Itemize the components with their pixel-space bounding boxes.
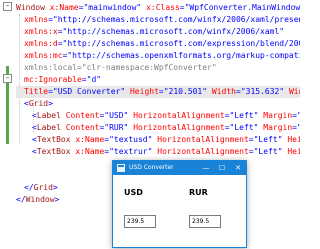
code-token: > — [48, 99, 53, 108]
code-line[interactable]: Title="USD Converter" Height="210.501" W… — [16, 86, 300, 98]
code-token: Label — [36, 111, 61, 120]
minimize-button[interactable]: — — [198, 161, 214, 175]
code-token: "Left" — [253, 135, 283, 144]
code-token: HorizontalAlignment — [152, 147, 249, 156]
code-token: Label — [36, 123, 61, 132]
code-token: "mainwindow" — [83, 3, 142, 12]
code-token: "210.501" — [163, 87, 208, 96]
code-token: xmlns:x — [24, 27, 58, 36]
rur-label: RUR — [189, 188, 208, 197]
code-token: Grid — [33, 183, 53, 192]
fold-toggle-window[interactable]: − — [3, 2, 12, 11]
code-token: x:Name — [70, 135, 105, 144]
window-titlebar[interactable]: USD Converter — ☐ ✕ — [113, 161, 246, 175]
code-token: WindowStartupL — [288, 87, 300, 96]
usd-textbox[interactable]: 239.5 — [124, 215, 156, 228]
code-token: > — [54, 195, 60, 204]
code-line[interactable]: <Label Content="RUR" HorizontalAlignment… — [16, 122, 300, 134]
code-token: Width — [207, 87, 236, 96]
code-token: Height — [287, 135, 300, 144]
code-token: x:Name — [44, 3, 79, 12]
code-token: "http://schemas.microsoft.com/winfx/2006… — [62, 27, 285, 36]
code-token: x:Class — [141, 3, 180, 12]
code-token: "315.632" — [240, 87, 285, 96]
code-line[interactable]: xmlns:mc="http://schemas.openxmlformats.… — [16, 50, 300, 62]
code-token: xmlns — [24, 15, 49, 24]
maximize-button[interactable]: ☐ — [214, 161, 230, 175]
code-token: </ — [24, 183, 34, 192]
code-token: > — [52, 183, 58, 192]
code-token: HorizontalAlignment — [128, 111, 225, 120]
code-token: "http://schemas.microsoft.com/winfx/2006… — [52, 15, 300, 24]
code-line[interactable]: <TextBox x:Name="textrur" HorizontalAlig… — [16, 146, 300, 158]
code-token: "d" — [86, 75, 102, 84]
code-token: "textusd" — [109, 135, 153, 144]
code-token: mc:Ignorable — [24, 75, 82, 84]
close-button[interactable]: ✕ — [230, 161, 246, 175]
app-icon — [117, 164, 125, 172]
code-token: Window — [25, 195, 55, 204]
code-token: "USD Converter" — [52, 87, 126, 96]
rur-textbox[interactable]: 239.5 — [189, 215, 221, 228]
code-token: "http://schemas.openxmlformats.org/marku… — [67, 51, 300, 60]
code-token: Height — [287, 147, 300, 156]
code-token: TextBox — [36, 147, 71, 156]
code-token: Margin — [258, 111, 293, 120]
code-line[interactable]: xmlns:local="clr-namespace:WpfConverter" — [16, 62, 300, 74]
code-token: "Left" — [253, 147, 283, 156]
code-token: Margin — [258, 123, 293, 132]
usd-converter-window[interactable]: USD Converter — ☐ ✕ USD RUR 239.5 239.5 — [112, 160, 247, 248]
code-token: Content — [60, 111, 100, 120]
code-token: TextBox — [36, 135, 71, 144]
code-token: Grid — [28, 99, 49, 108]
code-line[interactable]: Window x:Name="mainwindow" x:Class="WpfC… — [16, 2, 300, 14]
code-line[interactable]: <Label Content="USD" HorizontalAlignment… — [16, 110, 300, 122]
code-token: "USD" — [104, 111, 129, 120]
code-token: "http://schemas.microsoft.com/expression… — [62, 39, 300, 48]
code-token: Title — [24, 87, 49, 96]
code-token: "textrur" — [109, 147, 153, 156]
window-title: USD Converter — [129, 164, 174, 171]
code-token: "Left" — [229, 123, 259, 132]
code-token: x:Name — [70, 147, 105, 156]
code-line[interactable]: xmlns:d="http://schemas.microsoft.com/ex… — [16, 38, 300, 50]
code-token: HorizontalAlignment — [152, 135, 249, 144]
code-token: "WpfConverter.MainWindow" — [184, 3, 300, 12]
code-line[interactable]: xmlns:x="http://schemas.microsoft.com/wi… — [16, 26, 300, 38]
code-token: "RUR" — [104, 123, 129, 132]
code-token: HorizontalAlignment — [128, 123, 225, 132]
code-token: </ — [16, 195, 26, 204]
code-token: "171,18,0,0" — [297, 123, 300, 132]
code-token: "Left" — [229, 111, 259, 120]
code-line[interactable]: xmlns="http://schemas.microsoft.com/winf… — [16, 14, 300, 26]
code-token: xmlns:mc — [24, 51, 63, 60]
code-token: "21,18,0,0" — [297, 111, 300, 120]
code-line[interactable]: <TextBox x:Name="textusd" HorizontalAlig… — [16, 134, 300, 146]
code-token: Window — [16, 3, 45, 12]
code-line[interactable]: mc:Ignorable="d" — [16, 74, 300, 86]
code-token: xmlns:local="clr-namespace:WpfConverter" — [24, 63, 217, 72]
fold-toggle-grid[interactable]: − — [3, 74, 12, 83]
code-token: xmlns:d — [24, 39, 58, 48]
code-line[interactable]: <Grid> — [16, 98, 300, 110]
usd-label: USD — [124, 188, 143, 197]
code-token: Height — [125, 87, 159, 96]
code-token: Content — [60, 123, 100, 132]
